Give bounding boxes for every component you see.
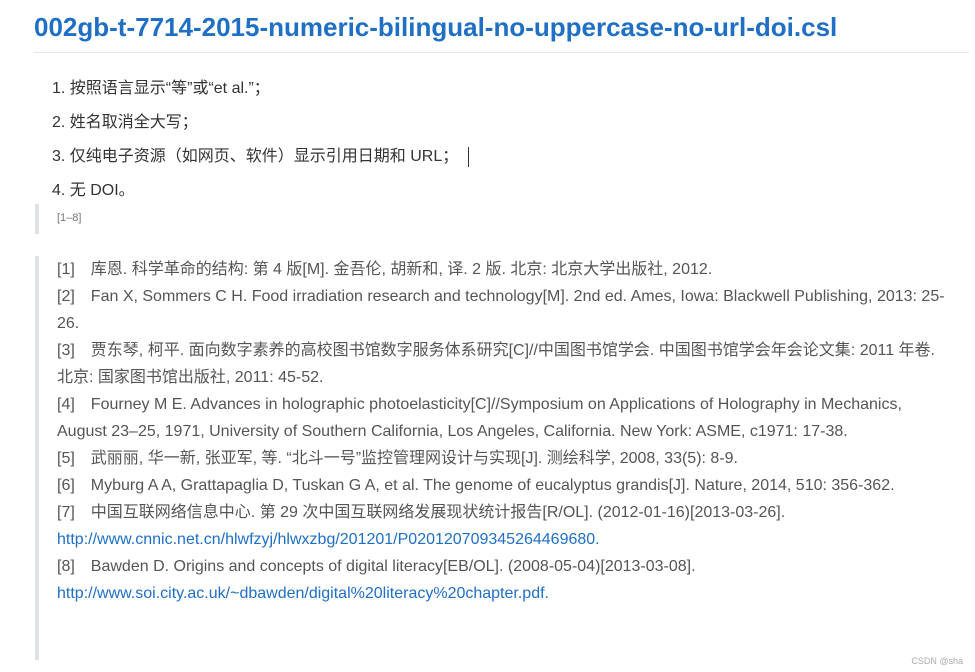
reference-text: 武丽丽, 华一新, 张亚军, 等. “北斗一号”监控管理网设计与实现[J]. 测… xyxy=(90,450,738,467)
reference-entry: [4] Fourney M E. Advances in holographic … xyxy=(57,391,955,445)
reference-text: Fan X, Sommers C H. Food irradiation res… xyxy=(57,288,945,332)
rule-item: 4. 无 DOI。 xyxy=(52,174,469,208)
watermark: CSDN @sha xyxy=(911,656,963,666)
rule-item: 2. 姓名取消全大写； xyxy=(52,106,469,140)
rule-text: 2. 姓名取消全大写； xyxy=(52,114,198,131)
reference-text: Fourney M E. Advances in holographic pho… xyxy=(57,396,902,440)
reference-entry: [8] Bawden D. Origins and concepts of dig… xyxy=(57,553,955,607)
reference-number: [2] xyxy=(57,288,75,305)
reference-entry: [1] 库恩. 科学革命的结构: 第 4 版[M]. 金吾伦, 胡新和, 译. 2… xyxy=(57,256,955,283)
reference-number: [4] xyxy=(57,396,75,413)
rule-text: 3. 仅纯电子资源（如网页、软件）显示引用日期和 URL； xyxy=(52,148,459,165)
reference-text: Bawden D. Origins and concepts of digita… xyxy=(90,558,696,575)
reference-entry: [3] 贾东琴, 柯平. 面向数字素养的高校图书馆数字服务体系研究[C]//中国图… xyxy=(57,337,955,391)
rule-text: 1. 按照语言显示“等”或“et al.”； xyxy=(52,80,270,97)
reference-link[interactable]: http://www.cnnic.net.cn/hlwfzyj/hlwxzbg/… xyxy=(57,531,600,548)
reference-number: [7] xyxy=(57,504,75,521)
reference-text: 中国互联网络信息中心. 第 29 次中国互联网络发展现状统计报告[R/OL]. … xyxy=(90,504,786,521)
document-title: 002gb-t-7714-2015-numeric-bilingual-no-u… xyxy=(34,8,969,53)
text-cursor xyxy=(468,146,470,167)
inline-citation: [1–8] xyxy=(57,212,82,224)
reference-text: 贾东琴, 柯平. 面向数字素养的高校图书馆数字服务体系研究[C]//中国图书馆学… xyxy=(57,342,935,386)
reference-entry: [7] 中国互联网络信息中心. 第 29 次中国互联网络发展现状统计报告[R/OL… xyxy=(57,499,955,553)
inline-citation-block: [1–8] xyxy=(35,204,81,234)
reference-text: Myburg A A, Grattapaglia D, Tuskan G A, … xyxy=(90,477,895,494)
rule-item: 1. 按照语言显示“等”或“et al.”； xyxy=(52,72,469,106)
bibliography-block: [1] 库恩. 科学革命的结构: 第 4 版[M]. 金吾伦, 胡新和, 译. 2… xyxy=(35,256,955,660)
reference-number: [8] xyxy=(57,558,75,575)
rule-item: 3. 仅纯电子资源（如网页、软件）显示引用日期和 URL； xyxy=(52,140,470,174)
reference-number: [3] xyxy=(57,342,75,359)
rule-text: 4. 无 DOI。 xyxy=(52,182,135,199)
reference-entry: [2] Fan X, Sommers C H. Food irradiation … xyxy=(57,283,955,337)
reference-entry: [5] 武丽丽, 华一新, 张亚军, 等. “北斗一号”监控管理网设计与实现[J]… xyxy=(57,445,955,472)
reference-text: 库恩. 科学革命的结构: 第 4 版[M]. 金吾伦, 胡新和, 译. 2 版.… xyxy=(90,261,713,278)
reference-entry: [6] Myburg A A, Grattapaglia D, Tuskan G … xyxy=(57,472,955,499)
rules-list: 1. 按照语言显示“等”或“et al.”； 2. 姓名取消全大写； 3. 仅纯… xyxy=(52,72,470,208)
reference-number: [1] xyxy=(57,261,75,278)
reference-number: [5] xyxy=(57,450,75,467)
reference-link[interactable]: http://www.soi.city.ac.uk/~dbawden/digit… xyxy=(57,585,549,602)
reference-number: [6] xyxy=(57,477,75,494)
